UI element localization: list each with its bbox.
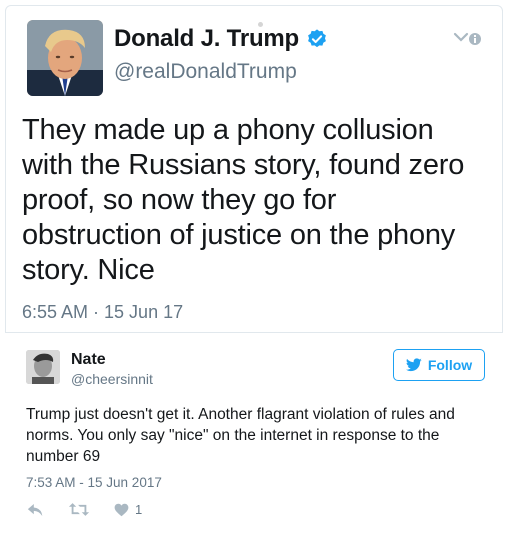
twitter-bird-icon xyxy=(405,358,422,372)
retweet-icon xyxy=(68,503,90,516)
avatar-portrait xyxy=(27,20,103,96)
reply-timestamp[interactable]: 7:53 AM - 15 Jun 2017 xyxy=(26,475,162,490)
like-count: 1 xyxy=(135,502,143,517)
reply-action-bar: 1 xyxy=(27,502,142,517)
reply-text: Trump just doesn't get it. Another flagr… xyxy=(26,406,455,465)
heart-icon xyxy=(114,503,129,516)
author-name[interactable]: Donald J. Trump xyxy=(114,25,299,53)
reply-icon xyxy=(27,503,43,516)
reply-action[interactable] xyxy=(27,503,44,517)
verified-badge-icon xyxy=(308,29,326,48)
reply-author-avatar[interactable] xyxy=(26,350,60,384)
reply-author-name[interactable]: Nate xyxy=(71,351,106,369)
like-action[interactable]: 1 xyxy=(114,502,142,517)
reply-tweet: Nate @cheersinnit Follow Trump just does… xyxy=(5,332,503,541)
tweet-text: They made up a phony collusion with the … xyxy=(22,114,465,286)
tweet-timestamp[interactable]: 6:55 AM · 15 Jun 17 xyxy=(22,302,183,323)
author-avatar[interactable] xyxy=(27,20,103,96)
retweet-action[interactable] xyxy=(68,502,90,517)
author-name-row: Donald J. Trump xyxy=(114,25,328,53)
chevron-down-icon[interactable] xyxy=(453,30,483,48)
follow-button-label: Follow xyxy=(427,357,473,373)
follow-button[interactable]: Follow xyxy=(393,349,485,381)
reply-avatar-photo xyxy=(26,350,60,384)
author-handle[interactable]: @realDonaldTrump xyxy=(114,60,297,84)
reply-author-handle[interactable]: @cheersinnit xyxy=(71,371,153,387)
